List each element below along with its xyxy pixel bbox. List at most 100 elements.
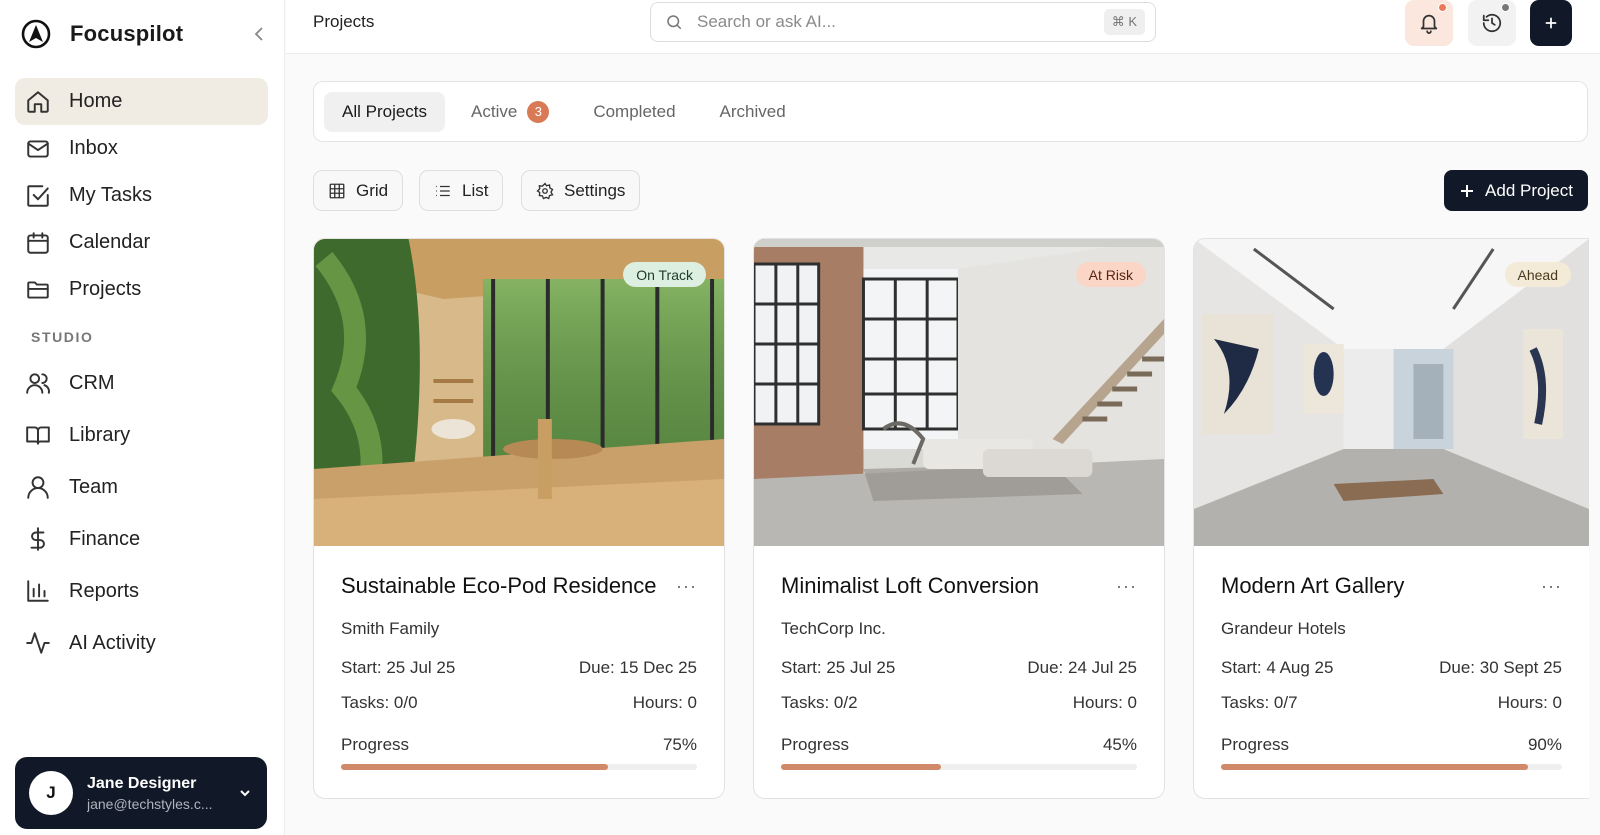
tab-all-projects[interactable]: All Projects: [324, 91, 446, 132]
grid-icon: [329, 183, 345, 198]
more-options-icon[interactable]: ···: [1541, 576, 1562, 597]
sidebar: Focuspilot Home Inbox My Tasks Calendar …: [0, 0, 285, 835]
sidebar-item-library[interactable]: Library: [15, 409, 268, 461]
avatar: J: [29, 771, 73, 815]
status-badge: Ahead: [1504, 262, 1571, 287]
progress-bar: [781, 764, 1137, 770]
users-icon: [26, 373, 50, 394]
user-name: Jane Designer: [87, 774, 197, 792]
sidebar-item-label: Calendar: [69, 231, 151, 253]
search-input[interactable]: [697, 12, 1104, 32]
hours-count: Hours: 0: [632, 693, 697, 712]
progress-label: Progress: [781, 735, 850, 754]
folder-icon: [27, 280, 49, 299]
breadcrumb: Projects: [313, 12, 375, 31]
tab-label: Active: [471, 101, 518, 121]
brand[interactable]: Focuspilot: [20, 18, 183, 50]
project-card[interactable]: Ahead Modern Art Gallery ··· Grandeur Ho…: [1193, 238, 1589, 799]
count-badge: 3: [527, 100, 550, 123]
sidebar-item-label: My Tasks: [69, 184, 152, 206]
sidebar-item-reports[interactable]: Reports: [15, 565, 268, 617]
progress-label: Progress: [341, 735, 410, 754]
bell-icon: [1420, 14, 1438, 34]
tab-label: Completed: [593, 101, 676, 121]
settings-button[interactable]: Settings: [521, 170, 641, 211]
sidebar-item-label: Projects: [69, 278, 142, 300]
task-count: Tasks: 0/2: [781, 693, 858, 712]
add-project-label: Add Project: [1485, 180, 1573, 200]
sidebar-item-label: Inbox: [69, 137, 118, 159]
client-name: Grandeur Hotels: [1221, 619, 1346, 638]
start-date: Start: 4 Aug 25: [1221, 658, 1334, 677]
list-icon: [436, 185, 450, 196]
sidebar-item-label: Team: [69, 475, 118, 498]
project-card[interactable]: At Risk Minimalist Loft Conversion ··· T…: [753, 238, 1165, 799]
project-tabs: All Projects Active 3 Completed Archived: [313, 81, 1588, 142]
home-icon: [27, 90, 49, 113]
shortcut-hint: ⌘ K: [1103, 9, 1145, 35]
tab-active[interactable]: Active 3: [453, 92, 567, 132]
sidebar-item-label: Library: [69, 423, 131, 446]
user-menu[interactable]: J Jane Designer jane@techstyles.c...: [15, 757, 267, 829]
sidebar-item-label: Home: [69, 90, 123, 112]
settings-label: Settings: [564, 180, 626, 200]
sidebar-item-finance[interactable]: Finance: [15, 513, 268, 565]
tab-label: Archived: [719, 101, 786, 121]
gear-icon: [536, 181, 554, 199]
notifications-button[interactable]: [1405, 0, 1453, 46]
sidebar-item-crm[interactable]: CRM: [15, 357, 268, 409]
progress-bar: [341, 764, 697, 770]
check-square-icon: [27, 184, 49, 207]
sidebar-item-label: Reports: [69, 579, 140, 602]
sidebar-item-inbox[interactable]: Inbox: [15, 125, 268, 172]
notification-dot: [1438, 3, 1447, 12]
task-count: Tasks: 0/7: [1221, 693, 1298, 712]
topbar: Projects ⌘ K: [286, 0, 1600, 54]
chevron-down-icon: [240, 790, 250, 797]
sidebar-item-label: AI Activity: [69, 631, 156, 654]
app-name: Focuspilot: [70, 21, 184, 46]
plus-icon: [1461, 184, 1474, 197]
tab-completed[interactable]: Completed: [575, 92, 693, 132]
sidebar-item-home[interactable]: Home: [15, 78, 268, 125]
focuspilot-logo-icon: [21, 19, 51, 49]
activity-icon: [26, 632, 50, 654]
progress-label: Progress: [1221, 735, 1290, 754]
project-title: Minimalist Loft Conversion: [781, 573, 1039, 598]
project-image: Ahead: [1194, 239, 1589, 546]
mail-icon: [27, 139, 49, 158]
user-email: jane@techstyles.c...: [87, 795, 213, 812]
sidebar-item-calendar[interactable]: Calendar: [15, 219, 268, 266]
sidebar-item-my-tasks[interactable]: My Tasks: [15, 172, 268, 219]
client-name: Smith Family: [341, 619, 440, 638]
history-button[interactable]: [1468, 0, 1516, 46]
status-badge: On Track: [623, 262, 706, 287]
sidebar-nav: Home Inbox My Tasks Calendar Projects ST…: [15, 78, 268, 669]
grid-label: Grid: [356, 180, 389, 200]
list-view-button[interactable]: List: [419, 170, 504, 211]
tab-label: All Projects: [342, 101, 428, 121]
collapse-sidebar-icon[interactable]: [250, 24, 270, 44]
project-card[interactable]: On Track Sustainable Eco-Pod Residence ·…: [313, 238, 725, 799]
add-project-button[interactable]: Add Project: [1444, 170, 1588, 211]
start-date: Start: 25 Jul 25: [341, 658, 456, 677]
user-icon: [27, 476, 49, 499]
more-options-icon[interactable]: ···: [676, 576, 697, 597]
progress-value: 45%: [1102, 735, 1137, 754]
progress-value: 90%: [1527, 735, 1562, 754]
tab-archived[interactable]: Archived: [702, 92, 804, 132]
sidebar-item-team[interactable]: Team: [15, 461, 268, 513]
more-options-icon[interactable]: ···: [1116, 576, 1137, 597]
hours-count: Hours: 0: [1497, 693, 1562, 712]
quick-add-button[interactable]: [1530, 0, 1572, 46]
progress-value: 75%: [662, 735, 697, 754]
project-title: Sustainable Eco-Pod Residence: [341, 573, 657, 598]
search-bar[interactable]: ⌘ K: [650, 2, 1156, 42]
status-badge: At Risk: [1075, 262, 1146, 287]
client-name: TechCorp Inc.: [781, 619, 886, 638]
sidebar-item-projects[interactable]: Projects: [15, 266, 268, 313]
due-date: Due: 30 Sept 25: [1439, 658, 1562, 677]
sidebar-item-ai-activity[interactable]: AI Activity: [15, 617, 268, 669]
grid-view-button[interactable]: Grid: [313, 170, 404, 211]
history-dot: [1501, 3, 1510, 12]
